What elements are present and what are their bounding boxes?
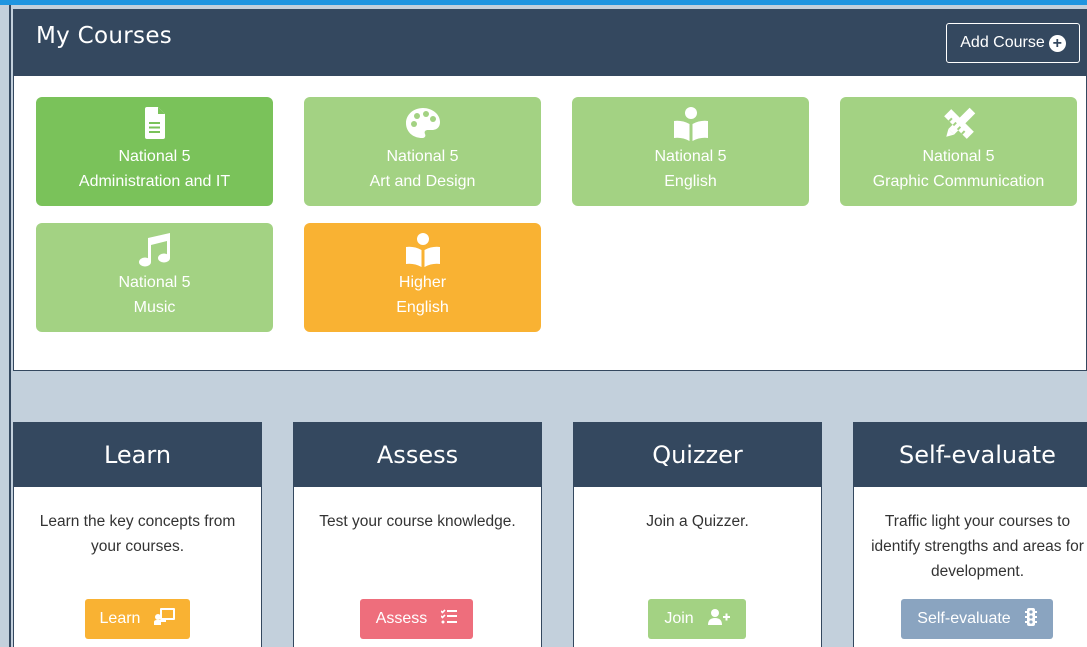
course-level: National 5	[118, 148, 191, 165]
course-tile-nat5-admin-it[interactable]: National 5 Administration and IT	[36, 97, 273, 206]
assess-button[interactable]: Assess	[360, 599, 473, 639]
pencil-ruler-icon	[840, 107, 1077, 143]
tasks-list-icon	[440, 609, 458, 629]
quizzer-card-description: Join a Quizzer.	[646, 513, 749, 530]
join-button-label: Join	[664, 610, 694, 627]
self-evaluate-card-description: Traffic light your courses to identify s…	[871, 513, 1084, 580]
course-level: National 5	[922, 148, 995, 165]
add-course-button[interactable]: Add Course +	[946, 23, 1080, 63]
learn-card-title: Learn	[14, 423, 261, 487]
course-tile-nat5-graphic-communication[interactable]: National 5 Graphic Communication	[840, 97, 1077, 206]
course-level: National 5	[118, 274, 191, 291]
assess-button-label: Assess	[375, 610, 428, 627]
left-border	[9, 5, 11, 647]
music-note-icon	[36, 233, 273, 269]
course-name: Administration and IT	[78, 173, 231, 190]
learn-button[interactable]: Learn	[85, 599, 190, 639]
course-name: English	[664, 173, 717, 190]
document-icon	[36, 107, 273, 143]
assess-card-title: Assess	[294, 423, 541, 487]
course-tile-higher-english[interactable]: Higher English	[304, 223, 541, 332]
plus-circle-icon: +	[1048, 34, 1066, 52]
assess-card: Assess Test your course knowledge. Asses…	[293, 422, 542, 647]
join-button[interactable]: Join	[648, 599, 746, 639]
course-level: National 5	[654, 148, 727, 165]
course-tile-nat5-english[interactable]: National 5 English	[572, 97, 809, 206]
course-tile-nat5-music[interactable]: National 5 Music	[36, 223, 273, 332]
assess-card-description: Test your course knowledge.	[319, 513, 516, 530]
my-courses-header: My Courses Add Course +	[14, 10, 1086, 76]
reader-icon	[572, 107, 809, 143]
self-evaluate-card: Self-evaluate Traffic light your courses…	[853, 422, 1087, 647]
self-evaluate-card-title: Self-evaluate	[854, 423, 1087, 487]
learn-card: Learn Learn the key concepts from your c…	[13, 422, 262, 647]
user-plus-icon	[707, 608, 730, 630]
quizzer-card: Quizzer Join a Quizzer. Join	[573, 422, 822, 647]
course-name: Art and Design	[369, 173, 476, 190]
learn-card-description: Learn the key concepts from your courses…	[39, 513, 236, 555]
course-name: Music	[133, 299, 176, 316]
traffic-light-icon	[1024, 607, 1037, 631]
my-courses-panel: My Courses Add Course + National 5 Admin…	[13, 9, 1087, 371]
course-name: Graphic Communication	[872, 173, 1045, 190]
chalkboard-teacher-icon	[154, 608, 176, 630]
course-name: English	[396, 299, 449, 316]
course-level: Higher	[398, 274, 447, 291]
course-tile-nat5-art-design[interactable]: National 5 Art and Design	[304, 97, 541, 206]
top-accent-bar	[0, 0, 1087, 5]
self-evaluate-button[interactable]: Self-evaluate	[901, 599, 1053, 639]
self-evaluate-button-label: Self-evaluate	[917, 610, 1011, 627]
reader-icon	[304, 233, 541, 269]
course-level: National 5	[386, 148, 459, 165]
add-course-label: Add Course	[960, 34, 1045, 51]
learn-button-label: Learn	[99, 610, 141, 627]
quizzer-card-title: Quizzer	[574, 423, 821, 487]
palette-icon	[304, 107, 541, 143]
page-title: My Courses	[36, 23, 173, 49]
